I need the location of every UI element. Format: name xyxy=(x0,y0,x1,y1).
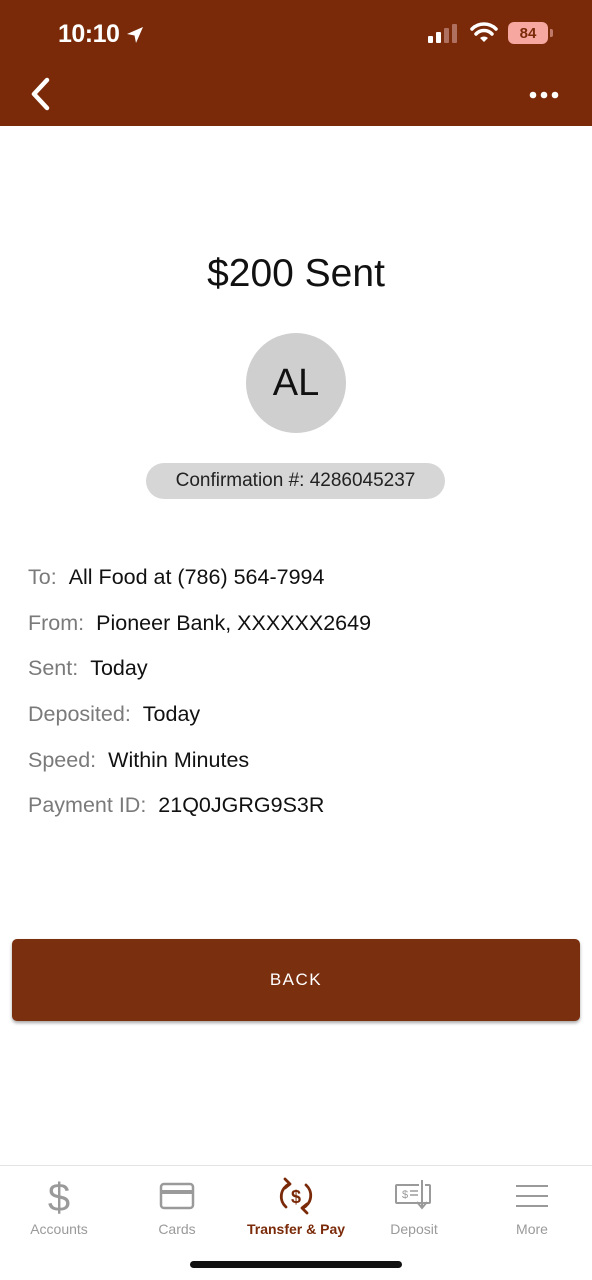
battery-level: 84 xyxy=(519,24,537,42)
svg-text:$: $ xyxy=(48,1176,70,1217)
tab-cards[interactable]: Cards xyxy=(118,1174,236,1237)
detail-value: All Food at (786) 564-7994 xyxy=(68,565,325,590)
detail-label: Payment ID: xyxy=(28,793,147,818)
check-deposit-icon: $ xyxy=(391,1174,437,1218)
status-time-text: 10:10 xyxy=(58,20,120,48)
more-options-button[interactable] xyxy=(526,80,562,110)
chevron-left-icon xyxy=(31,77,50,111)
tab-label: Transfer & Pay xyxy=(246,1221,346,1237)
tab-deposit[interactable]: $ Deposit xyxy=(355,1174,473,1237)
tab-label: Cards xyxy=(158,1221,196,1237)
detail-value: Today xyxy=(142,702,201,727)
cellular-signal-icon xyxy=(428,24,457,43)
transfer-details: To: All Food at (786) 564-7994 From: Pio… xyxy=(28,555,371,829)
detail-row-speed: Speed: Within Minutes xyxy=(28,737,371,783)
detail-row-from: From: Pioneer Bank, XXXXXX2649 xyxy=(28,601,371,647)
home-indicator[interactable] xyxy=(190,1261,402,1268)
more-dots-icon xyxy=(529,91,559,99)
wifi-icon xyxy=(470,22,498,42)
svg-text:$: $ xyxy=(402,1189,408,1201)
detail-row-sent: Sent: Today xyxy=(28,646,371,692)
tab-label: Deposit xyxy=(390,1221,438,1237)
card-icon xyxy=(154,1174,200,1218)
detail-label: Sent: xyxy=(28,656,79,681)
menu-icon xyxy=(509,1174,555,1218)
detail-label: Speed: xyxy=(28,747,97,772)
tab-more[interactable]: More xyxy=(473,1174,591,1237)
back-chevron-button[interactable] xyxy=(22,76,58,112)
transfer-pay-icon: $ xyxy=(273,1174,319,1218)
detail-value: 21Q0JGRG9S3R xyxy=(158,793,325,818)
back-button[interactable]: BACK xyxy=(12,939,580,1021)
svg-text:$: $ xyxy=(291,1187,301,1207)
detail-label: Deposited: xyxy=(28,702,131,727)
confirmation-badge: Confirmation #: 4286045237 xyxy=(146,463,445,499)
dollar-icon: $ xyxy=(36,1174,82,1218)
detail-row-to: To: All Food at (786) 564-7994 xyxy=(28,555,371,601)
detail-value: Pioneer Bank, XXXXXX2649 xyxy=(96,610,372,635)
recipient-avatar: AL xyxy=(246,333,346,433)
detail-value: Within Minutes xyxy=(108,747,250,772)
tab-label: Accounts xyxy=(30,1221,88,1237)
tab-transfer-pay[interactable]: $ Transfer & Pay xyxy=(237,1174,355,1237)
transfer-amount-title: $200 Sent xyxy=(207,252,385,295)
tab-label: More xyxy=(516,1221,548,1237)
app-header: 10:10 84 xyxy=(0,0,592,126)
location-arrow-icon xyxy=(127,26,144,43)
battery-icon: 84 xyxy=(508,22,553,44)
status-bar-time: 10:10 xyxy=(58,20,145,49)
detail-row-payment-id: Payment ID: 21Q0JGRG9S3R xyxy=(28,783,371,829)
detail-label: To: xyxy=(28,565,57,590)
tab-accounts[interactable]: $ Accounts xyxy=(0,1174,118,1237)
detail-label: From: xyxy=(28,610,85,635)
detail-row-deposited: Deposited: Today xyxy=(28,692,371,738)
detail-value: Today xyxy=(90,656,148,681)
status-indicators: 84 xyxy=(428,22,553,44)
avatar-initials: AL xyxy=(272,361,320,404)
